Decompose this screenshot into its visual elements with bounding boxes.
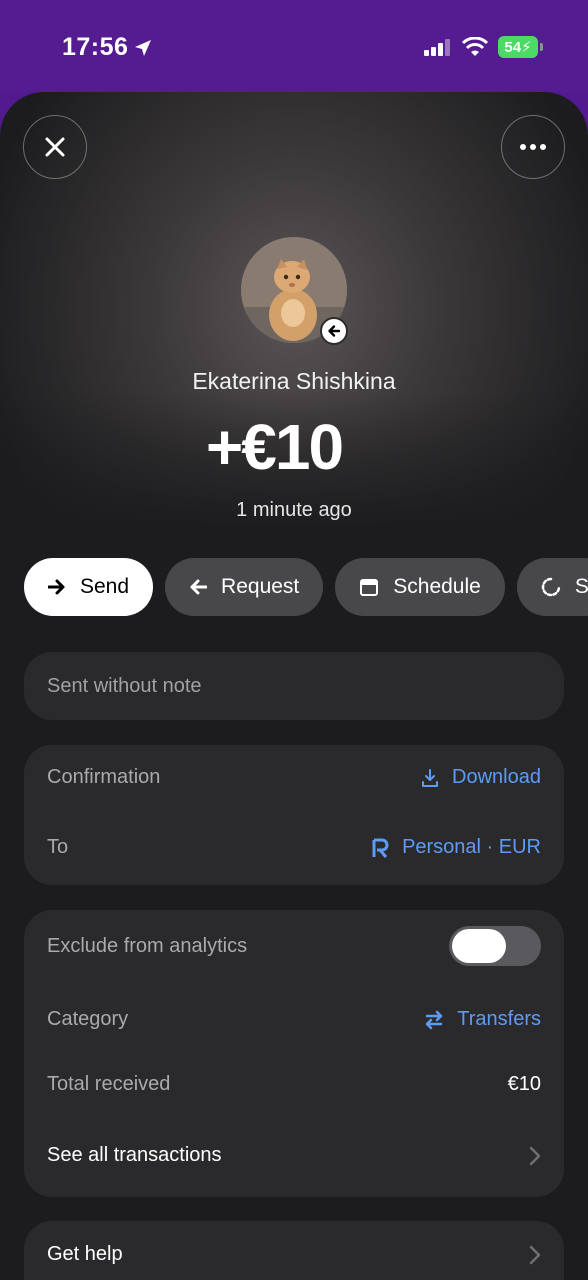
to-label: To [47,836,69,858]
schedule-button-label: Schedule [393,575,481,598]
transaction-amount: +€10 [205,411,344,483]
confirmation-label: Confirmation [47,766,161,788]
category-link[interactable]: Transfers [423,1008,541,1031]
total-label: Total received [47,1073,171,1095]
recurring-button-label: S [574,575,588,598]
category-label: Category [47,1008,129,1030]
exclude-analytics-toggle[interactable] [449,926,541,966]
recurring-button[interactable]: S [516,558,588,616]
wifi-icon [462,37,488,56]
transaction-sheet: Ekaterina Shishkina +€10 1 minute ago Se… [0,92,588,1280]
toggle-knob [452,929,506,963]
send-button[interactable]: Send [24,558,154,616]
schedule-button[interactable]: Schedule [335,558,505,616]
get-help-row[interactable]: Get help [47,1243,541,1266]
battery-icon: 54 ⚡ [498,36,543,58]
status-bar: 17:56 54 ⚡ [0,0,588,92]
request-button-label: Request [221,575,300,598]
transaction-time: 1 minute ago [236,499,352,521]
contact-name: Ekaterina Shishkina [192,368,396,394]
loading-circle-icon [541,577,561,597]
chevron-right-icon [529,1146,541,1165]
contact-avatar-wrap[interactable] [241,237,348,345]
recipient-row: To Personal · EUR [47,836,541,859]
location-arrow-icon [135,39,152,56]
status-indicators: 54 ⚡ [424,36,543,58]
download-label: Download [452,766,541,788]
download-icon [422,768,439,787]
transfer-arrows-icon [426,1010,443,1029]
revolut-logo-icon [372,838,389,858]
close-icon [45,137,65,157]
close-button[interactable] [23,115,87,179]
total-value: €10 [507,1073,541,1095]
see-all-label: See all transactions [47,1144,222,1166]
send-button-label: Send [80,575,130,598]
battery-level: 54 [504,38,522,56]
download-link[interactable]: Download [420,766,541,789]
request-button[interactable]: Request [165,558,324,616]
exclude-label: Exclude from analytics [47,934,248,957]
category-row: Category Transfers [47,1008,541,1031]
arrow-left-icon [328,325,341,337]
more-options-button[interactable] [501,115,565,179]
incoming-transfer-badge [320,317,348,345]
action-chips: Send Request Schedule S [24,558,588,616]
arrow-left-icon [190,579,208,595]
recipient-account-link[interactable]: Personal · EUR [372,836,541,859]
note-card[interactable]: Sent without note [24,652,564,720]
details-card: Confirmation Download To Personal · EUR [24,745,564,885]
chevron-right-icon [529,1245,541,1264]
see-all-transactions-row[interactable]: See all transactions [47,1144,541,1167]
category-value: Transfers [457,1008,541,1030]
help-card[interactable]: Get help [24,1221,564,1280]
note-text: Sent without note [47,674,202,697]
confirmation-row: Confirmation Download [47,766,541,789]
analytics-card: Exclude from analytics Category Transfer… [24,910,564,1197]
exclude-analytics-row: Exclude from analytics [47,926,541,966]
more-dots-icon [520,144,546,150]
cellular-signal-icon [424,39,450,56]
to-value: Personal · EUR [402,836,541,858]
calendar-icon [360,579,379,596]
get-help-label: Get help [47,1243,123,1265]
total-received-row: Total received €10 [47,1073,541,1096]
status-time-label: 17:56 [62,33,129,61]
arrow-right-icon [48,579,65,595]
status-time: 17:56 [62,33,152,62]
